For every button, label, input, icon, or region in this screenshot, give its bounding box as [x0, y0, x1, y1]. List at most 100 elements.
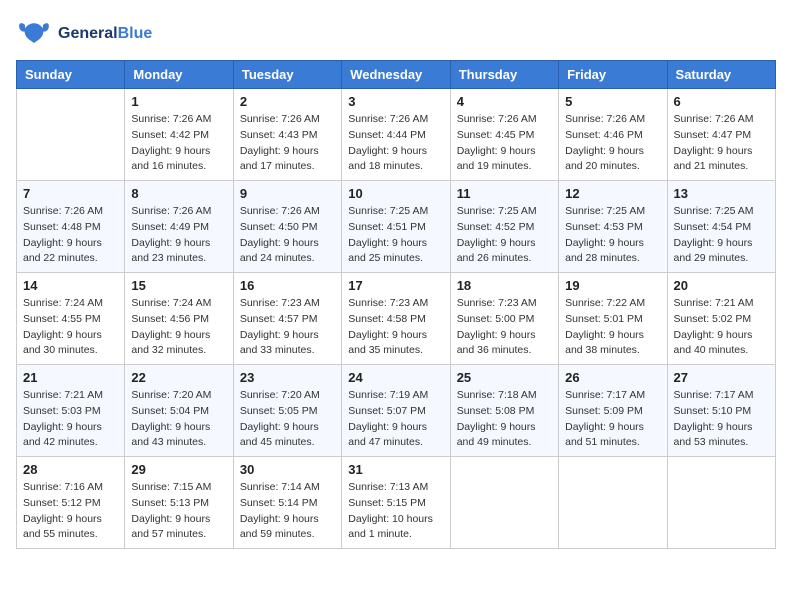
day-info: Sunrise: 7:25 AMSunset: 4:54 PMDaylight:… [674, 204, 769, 267]
column-header-wednesday: Wednesday [342, 61, 450, 89]
day-info: Sunrise: 7:26 AMSunset: 4:48 PMDaylight:… [23, 204, 118, 267]
day-info: Sunrise: 7:24 AMSunset: 4:55 PMDaylight:… [23, 296, 118, 359]
calendar-cell: 22Sunrise: 7:20 AMSunset: 5:04 PMDayligh… [125, 365, 233, 457]
column-header-saturday: Saturday [667, 61, 775, 89]
calendar-cell: 11 Sunrise: 7:25 AMSunset: 4:52 PMDayligh… [450, 181, 558, 273]
calendar-cell: 7 Sunrise: 7:26 AMSunset: 4:48 PMDaylight… [17, 181, 125, 273]
day-number: 12 [565, 186, 660, 201]
day-info: Sunrise: 7:18 AMSunset: 5:08 PMDaylight:… [457, 388, 552, 451]
day-number: 16 [240, 278, 335, 293]
day-number: 4 [457, 94, 552, 109]
day-number: 13 [674, 186, 769, 201]
day-info: Sunrise: 7:26 AMSunset: 4:50 PMDaylight:… [240, 204, 335, 267]
day-number: 20 [674, 278, 769, 293]
calendar-cell: 21 Sunrise: 7:21 AMSunset: 5:03 PMDayligh… [17, 365, 125, 457]
calendar-cell [559, 457, 667, 549]
calendar-cell [17, 89, 125, 181]
day-number: 9 [240, 186, 335, 201]
calendar-week-row: 1Sunrise: 7:26 AMSunset: 4:42 PMDaylight… [17, 89, 776, 181]
day-info: Sunrise: 7:22 AMSunset: 5:01 PMDaylight:… [565, 296, 660, 359]
column-header-sunday: Sunday [17, 61, 125, 89]
day-info: Sunrise: 7:23 AMSunset: 4:58 PMDaylight:… [348, 296, 443, 359]
day-number: 21 [23, 370, 118, 385]
calendar-cell: 14 Sunrise: 7:24 AMSunset: 4:55 PMDayligh… [17, 273, 125, 365]
logo-text: GeneralBlue [58, 25, 152, 43]
calendar-cell: 31Sunrise: 7:13 AMSunset: 5:15 PMDayligh… [342, 457, 450, 549]
day-number: 14 [23, 278, 118, 293]
day-number: 25 [457, 370, 552, 385]
day-info: Sunrise: 7:26 AMSunset: 4:43 PMDaylight:… [240, 112, 335, 175]
day-number: 7 [23, 186, 118, 201]
calendar-cell: 24 Sunrise: 7:19 AMSunset: 5:07 PMDayligh… [342, 365, 450, 457]
calendar-cell: 30 Sunrise: 7:14 AMSunset: 5:14 PMDayligh… [233, 457, 341, 549]
calendar-header-row: SundayMondayTuesdayWednesdayThursdayFrid… [17, 61, 776, 89]
day-info: Sunrise: 7:20 AMSunset: 5:05 PMDaylight:… [240, 388, 335, 451]
day-number: 10 [348, 186, 443, 201]
calendar-cell: 4 Sunrise: 7:26 AMSunset: 4:45 PMDaylight… [450, 89, 558, 181]
calendar-week-row: 28Sunrise: 7:16 AMSunset: 5:12 PMDayligh… [17, 457, 776, 549]
day-number: 8 [131, 186, 226, 201]
calendar-cell: 18Sunrise: 7:23 AMSunset: 5:00 PMDayligh… [450, 273, 558, 365]
calendar-cell: 27 Sunrise: 7:17 AMSunset: 5:10 PMDayligh… [667, 365, 775, 457]
day-info: Sunrise: 7:26 AMSunset: 4:46 PMDaylight:… [565, 112, 660, 175]
calendar-table: SundayMondayTuesdayWednesdayThursdayFrid… [16, 60, 776, 549]
calendar-cell: 3Sunrise: 7:26 AMSunset: 4:44 PMDaylight… [342, 89, 450, 181]
day-info: Sunrise: 7:14 AMSunset: 5:14 PMDaylight:… [240, 480, 335, 543]
day-info: Sunrise: 7:26 AMSunset: 4:45 PMDaylight:… [457, 112, 552, 175]
calendar-cell: 16 Sunrise: 7:23 AMSunset: 4:57 PMDayligh… [233, 273, 341, 365]
calendar-week-row: 21 Sunrise: 7:21 AMSunset: 5:03 PMDayligh… [17, 365, 776, 457]
day-info: Sunrise: 7:21 AMSunset: 5:03 PMDaylight:… [23, 388, 118, 451]
column-header-friday: Friday [559, 61, 667, 89]
day-info: Sunrise: 7:19 AMSunset: 5:07 PMDaylight:… [348, 388, 443, 451]
day-number: 22 [131, 370, 226, 385]
calendar-cell [667, 457, 775, 549]
calendar-cell: 19 Sunrise: 7:22 AMSunset: 5:01 PMDayligh… [559, 273, 667, 365]
calendar-cell: 5 Sunrise: 7:26 AMSunset: 4:46 PMDaylight… [559, 89, 667, 181]
day-info: Sunrise: 7:26 AMSunset: 4:42 PMDaylight:… [131, 112, 226, 175]
calendar-cell: 2 Sunrise: 7:26 AMSunset: 4:43 PMDaylight… [233, 89, 341, 181]
day-info: Sunrise: 7:25 AMSunset: 4:53 PMDaylight:… [565, 204, 660, 267]
calendar-cell: 10 Sunrise: 7:25 AMSunset: 4:51 PMDayligh… [342, 181, 450, 273]
day-number: 30 [240, 462, 335, 477]
page-header: GeneralBlue [16, 16, 776, 52]
day-number: 19 [565, 278, 660, 293]
day-number: 24 [348, 370, 443, 385]
day-number: 11 [457, 186, 552, 201]
day-number: 17 [348, 278, 443, 293]
day-info: Sunrise: 7:23 AMSunset: 5:00 PMDaylight:… [457, 296, 552, 359]
day-number: 27 [674, 370, 769, 385]
calendar-cell: 6 Sunrise: 7:26 AMSunset: 4:47 PMDaylight… [667, 89, 775, 181]
day-info: Sunrise: 7:25 AMSunset: 4:52 PMDaylight:… [457, 204, 552, 267]
day-info: Sunrise: 7:25 AMSunset: 4:51 PMDaylight:… [348, 204, 443, 267]
logo-icon [16, 16, 52, 52]
calendar-cell: 17 Sunrise: 7:23 AMSunset: 4:58 PMDayligh… [342, 273, 450, 365]
calendar-cell: 9 Sunrise: 7:26 AMSunset: 4:50 PMDaylight… [233, 181, 341, 273]
day-number: 26 [565, 370, 660, 385]
day-info: Sunrise: 7:26 AMSunset: 4:47 PMDaylight:… [674, 112, 769, 175]
day-number: 29 [131, 462, 226, 477]
day-number: 5 [565, 94, 660, 109]
logo: GeneralBlue [16, 16, 152, 52]
day-info: Sunrise: 7:24 AMSunset: 4:56 PMDaylight:… [131, 296, 226, 359]
calendar-cell: 25 Sunrise: 7:18 AMSunset: 5:08 PMDayligh… [450, 365, 558, 457]
column-header-thursday: Thursday [450, 61, 558, 89]
calendar-cell: 13 Sunrise: 7:25 AMSunset: 4:54 PMDayligh… [667, 181, 775, 273]
calendar-cell: 20 Sunrise: 7:21 AMSunset: 5:02 PMDayligh… [667, 273, 775, 365]
day-info: Sunrise: 7:17 AMSunset: 5:10 PMDaylight:… [674, 388, 769, 451]
calendar-cell: 28Sunrise: 7:16 AMSunset: 5:12 PMDayligh… [17, 457, 125, 549]
column-header-monday: Monday [125, 61, 233, 89]
day-number: 2 [240, 94, 335, 109]
day-info: Sunrise: 7:26 AMSunset: 4:49 PMDaylight:… [131, 204, 226, 267]
day-number: 6 [674, 94, 769, 109]
calendar-cell: 15Sunrise: 7:24 AMSunset: 4:56 PMDayligh… [125, 273, 233, 365]
calendar-week-row: 14 Sunrise: 7:24 AMSunset: 4:55 PMDayligh… [17, 273, 776, 365]
day-number: 31 [348, 462, 443, 477]
day-info: Sunrise: 7:23 AMSunset: 4:57 PMDaylight:… [240, 296, 335, 359]
day-number: 3 [348, 94, 443, 109]
day-info: Sunrise: 7:21 AMSunset: 5:02 PMDaylight:… [674, 296, 769, 359]
column-header-tuesday: Tuesday [233, 61, 341, 89]
day-info: Sunrise: 7:17 AMSunset: 5:09 PMDaylight:… [565, 388, 660, 451]
day-info: Sunrise: 7:16 AMSunset: 5:12 PMDaylight:… [23, 480, 118, 543]
calendar-cell: 26 Sunrise: 7:17 AMSunset: 5:09 PMDayligh… [559, 365, 667, 457]
calendar-cell: 29Sunrise: 7:15 AMSunset: 5:13 PMDayligh… [125, 457, 233, 549]
